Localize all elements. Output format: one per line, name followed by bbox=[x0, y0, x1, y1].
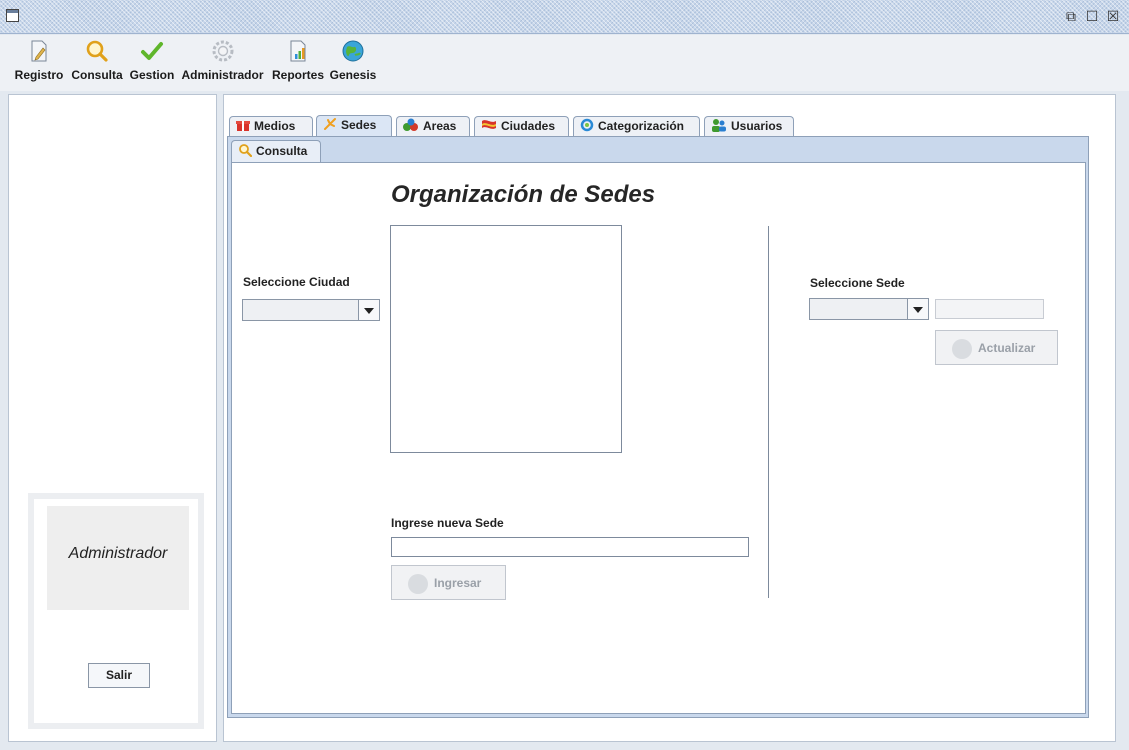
toolbar-reportes-button[interactable]: Reportes bbox=[268, 39, 328, 89]
toolbar-registro-button[interactable]: Registro bbox=[12, 39, 66, 89]
vertical-divider bbox=[768, 226, 769, 598]
toolbar-gestion-button[interactable]: Gestion bbox=[127, 39, 177, 89]
tab-ciudades[interactable]: Ciudades bbox=[474, 116, 569, 136]
sede-edit-field[interactable] bbox=[935, 299, 1044, 319]
city-select[interactable] bbox=[242, 299, 380, 321]
toolbar-label: Gestion bbox=[129, 68, 175, 82]
toolbar-consulta-button[interactable]: Consulta bbox=[68, 39, 126, 89]
flag-icon bbox=[482, 120, 496, 129]
toolbar-label: Reportes bbox=[271, 68, 324, 82]
gift-icon bbox=[236, 121, 250, 131]
tab-label: Categorización bbox=[598, 119, 685, 133]
document-edit-icon bbox=[31, 40, 47, 62]
sede-label: Seleccione Sede bbox=[810, 276, 905, 290]
toolbar-administrador-button[interactable]: Administrador bbox=[177, 39, 268, 89]
tab-usuarios[interactable]: Usuarios bbox=[704, 116, 794, 136]
toolbar: Registro Consulta Gestion Administrador … bbox=[0, 35, 1129, 91]
report-chart-icon bbox=[290, 40, 306, 62]
tab-label: Sedes bbox=[341, 118, 377, 132]
toolbar-label: Genesis bbox=[329, 68, 377, 82]
title-bar[interactable]: ⧉ ☐ ☒ bbox=[0, 0, 1129, 34]
exit-button[interactable]: Salir bbox=[88, 663, 150, 688]
user-role-label: Administrador bbox=[68, 545, 168, 562]
toolbar-label: Consulta bbox=[71, 68, 123, 82]
checkmark-icon bbox=[141, 42, 163, 60]
city-label: Seleccione Ciudad bbox=[243, 275, 350, 289]
insert-button[interactable]: Ingresar bbox=[391, 565, 506, 600]
sede-list[interactable] bbox=[390, 225, 622, 453]
sede-select[interactable] bbox=[809, 298, 929, 320]
insert-button-label: Ingresar bbox=[434, 576, 482, 590]
add-icon bbox=[408, 574, 428, 594]
new-sede-label: Ingrese nueva Sede bbox=[391, 516, 504, 530]
restore-icon[interactable]: ⧉ bbox=[1062, 7, 1080, 25]
form-area bbox=[231, 162, 1086, 714]
close-icon[interactable]: ☒ bbox=[1104, 7, 1122, 25]
tab-medios[interactable]: Medios bbox=[229, 116, 313, 136]
tab-label: Usuarios bbox=[731, 119, 783, 133]
tab-label: Medios bbox=[254, 119, 296, 133]
tab-label: Areas bbox=[423, 119, 457, 133]
subtab-label: Consulta bbox=[256, 144, 308, 158]
tab-sedes[interactable]: Sedes bbox=[316, 115, 392, 137]
toolbar-genesis-button[interactable]: Genesis bbox=[328, 39, 378, 89]
users-icon bbox=[712, 119, 726, 132]
update-button[interactable]: Actualizar bbox=[935, 330, 1058, 365]
refresh-icon bbox=[580, 118, 594, 132]
tab-categorizacion[interactable]: Categorización bbox=[573, 116, 700, 136]
shapes-icon bbox=[403, 118, 418, 131]
toolbar-label: Registro bbox=[14, 68, 64, 82]
tab-label: Ciudades bbox=[501, 119, 556, 133]
tab-areas[interactable]: Areas bbox=[396, 116, 470, 136]
gear-icon bbox=[212, 40, 233, 62]
window-icon bbox=[6, 9, 19, 22]
maximize-icon[interactable]: ☐ bbox=[1083, 7, 1101, 25]
update-button-label: Actualizar bbox=[978, 341, 1036, 355]
refresh-icon bbox=[952, 339, 972, 359]
page-title: Organización de Sedes bbox=[391, 181, 656, 208]
magnifier-icon bbox=[86, 40, 108, 62]
chevron-down-icon[interactable] bbox=[907, 299, 928, 319]
chevron-down-icon[interactable] bbox=[358, 300, 379, 320]
toolbar-label: Administrador bbox=[181, 68, 264, 82]
new-sede-input[interactable] bbox=[391, 537, 749, 557]
subtab-consulta[interactable]: Consulta bbox=[231, 140, 321, 163]
magnifier-icon bbox=[239, 144, 253, 158]
star-icon bbox=[324, 118, 336, 130]
globe-icon bbox=[342, 40, 364, 62]
